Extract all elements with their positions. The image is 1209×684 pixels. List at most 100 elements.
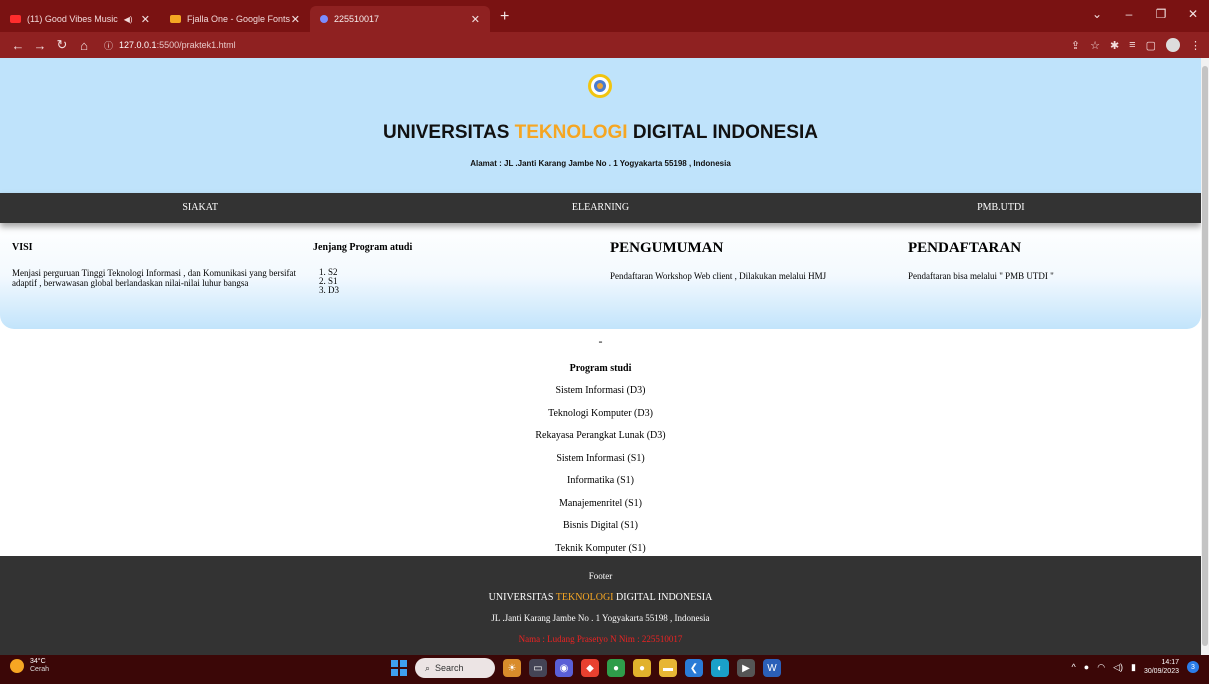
system-tray: ^ ● ◠ ◁) ▮ 14:17 30/09/2023 3	[1072, 658, 1199, 676]
scrollbar-thumb[interactable]	[1202, 66, 1208, 646]
forward-icon[interactable]: →	[30, 38, 50, 53]
title-part-3: DIGITAL INDONESIA	[627, 122, 818, 143]
clock-date: 30/09/2023	[1143, 668, 1179, 675]
pendaftaran-block: PENDAFTARAN Pendaftaran bisa melalui " P…	[908, 240, 1054, 281]
browser-tab-google-fonts[interactable]: Fjalla One - Google Fonts ✕	[160, 6, 310, 32]
pengumuman-text: Pendaftaran Workshop Web client , Dilaku…	[610, 271, 827, 281]
close-tab-icon[interactable]: ✕	[471, 13, 480, 26]
jenjang-block: Jenjang Program atudi 1. S2 2. S1 3. D3	[313, 242, 412, 295]
task-view-icon[interactable]: ▭	[529, 659, 547, 677]
pendaftaran-text: Pendaftaran bisa melalui " PMB UTDI "	[908, 271, 1054, 281]
browser-tab-bar: (11) Good Vibes Music ◀) ✕ Fjalla One - …	[0, 0, 1209, 32]
list-item: Bisnis Digital (S1)	[562, 520, 638, 531]
nav-elearning[interactable]: ELEARNING	[400, 193, 800, 223]
google-fonts-icon	[170, 15, 181, 23]
info-section: VISI Menjasi perguruan Tinggi Teknologi …	[0, 223, 1201, 329]
jenjang-title: Jenjang Program atudi	[313, 242, 413, 253]
header-address: Alamat : JL .Janti Karang Jambe No . 1 Y…	[470, 159, 731, 168]
close-window-button[interactable]: ✕	[1177, 0, 1209, 28]
nav-siakat[interactable]: SIAKAT	[0, 193, 400, 223]
meet-icon[interactable]: ◉	[555, 659, 573, 677]
app-icon[interactable]: ◆	[581, 659, 599, 677]
divider-dash: -	[598, 334, 603, 348]
file-explorer-icon[interactable]: ▬	[659, 659, 677, 677]
list-item: Sistem Informasi (S1)	[556, 452, 645, 464]
youtube-icon	[10, 15, 21, 23]
app-tray-icon[interactable]: ●	[1084, 662, 1089, 672]
tab-label: 225510017	[334, 14, 380, 24]
list-item: Teknologi Komputer (D3)	[548, 407, 653, 419]
program-studi-title: Program studi	[569, 363, 632, 374]
edge-icon[interactable]: ◐	[711, 659, 729, 677]
university-logo-icon	[588, 74, 612, 98]
windows-start-icon[interactable]	[391, 660, 407, 676]
weather-condition: Cerah	[30, 666, 50, 673]
pendaftaran-title: PENDAFTARAN	[908, 240, 1022, 256]
new-tab-button[interactable]: +	[500, 8, 509, 26]
list-item: Rekayasa Perangkat Lunak (D3)	[535, 430, 666, 441]
widgets-icon[interactable]: ☀	[503, 659, 521, 677]
jenjang-list: 1. S2 2. S1 3. D3	[313, 268, 412, 295]
list-item: Informatika (S1)	[567, 475, 634, 486]
profile-avatar[interactable]	[1166, 38, 1180, 52]
home-icon[interactable]: ⌂	[74, 38, 94, 53]
url-path: :5500/praktek1.html	[156, 40, 236, 50]
reload-icon[interactable]: ↻	[52, 37, 72, 53]
page-title: UNIVERSITAS TEKNOLOGI DIGITAL INDONESIA	[0, 122, 1201, 144]
chevron-up-icon[interactable]: ^	[1072, 662, 1076, 672]
program-studi-section: - Program studi Sistem Informasi (D3) Te…	[0, 329, 1201, 554]
notification-badge[interactable]: 3	[1187, 661, 1199, 673]
battery-icon[interactable]: ▮	[1131, 662, 1136, 673]
menu-icon[interactable]: ⋮	[1190, 39, 1201, 52]
clock[interactable]: 14:17 30/09/2023	[1144, 658, 1179, 676]
window-controls: ⌄ – ❐ ✕	[1081, 0, 1209, 28]
close-tab-icon[interactable]: ✕	[291, 13, 300, 26]
browser-tab-youtube[interactable]: (11) Good Vibes Music ◀) ✕	[0, 6, 160, 32]
reading-list-icon[interactable]: ≡	[1129, 39, 1135, 51]
page-footer: Footer UNIVERSITAS TEKNOLOGI DIGITAL IND…	[0, 556, 1201, 655]
share-icon[interactable]: ⇪	[1071, 39, 1080, 52]
close-tab-icon[interactable]: ✕	[141, 13, 150, 26]
chrome-icon[interactable]: ●	[607, 659, 625, 677]
url-field[interactable]: ⓘ 127.0.0.1 :5500/praktek1.html	[104, 39, 236, 52]
title-part-1: UNIVERSITAS	[383, 122, 515, 143]
back-icon[interactable]: ←	[8, 38, 28, 53]
audio-icon[interactable]: ◀)	[124, 15, 133, 24]
footer-credit: Nama : Ludang Prasetyo N Nim : 225510017	[518, 634, 683, 644]
taskbar-search[interactable]: ⌕ Search	[415, 658, 495, 678]
nav-pmb-utdi[interactable]: PMB.UTDI	[801, 193, 1201, 223]
minimize-button[interactable]: –	[1113, 0, 1145, 28]
sun-icon	[10, 659, 24, 673]
tab-label: (11) Good Vibes Music	[27, 14, 118, 24]
footer-label: Footer	[588, 571, 613, 581]
list-item: Sistem Informasi (D3)	[555, 385, 646, 396]
footer-university-name: UNIVERSITAS TEKNOLOGI DIGITAL INDONESIA	[0, 592, 1201, 603]
bookmark-star-icon[interactable]: ☆	[1090, 39, 1100, 52]
list-item: 3. D3	[319, 285, 339, 295]
browser-toolbar: ⇪ ☆ ✱ ≡ ▢ ⋮	[1071, 32, 1201, 58]
media-player-icon[interactable]: ▶	[737, 659, 755, 677]
chrome-profile-icon[interactable]: ●	[633, 659, 651, 677]
volume-icon[interactable]: ◁)	[1113, 662, 1123, 673]
footer-name-part-2: TEKNOLOGI	[555, 592, 614, 603]
info-icon[interactable]: ⓘ	[104, 39, 113, 52]
footer-name-part-3: DIGITAL INDONESIA	[613, 592, 713, 603]
visi-title: VISI	[12, 242, 33, 253]
clock-time: 14:17	[1161, 659, 1179, 666]
footer-name-part-1: UNIVERSITAS	[488, 592, 556, 603]
title-part-2: TEKNOLOGI	[514, 122, 628, 143]
search-icon: ⌕	[425, 662, 431, 673]
side-panel-icon[interactable]: ▢	[1146, 39, 1156, 52]
extensions-icon[interactable]: ✱	[1110, 39, 1119, 52]
page-header: UNIVERSITAS TEKNOLOGI DIGITAL INDONESIA …	[0, 58, 1201, 193]
browser-tab-active[interactable]: 225510017 ✕	[310, 6, 490, 32]
page-scrollbar[interactable]	[1201, 58, 1209, 655]
tab-search-icon[interactable]: ⌄	[1081, 0, 1113, 28]
maximize-button[interactable]: ❐	[1145, 0, 1177, 28]
vscode-icon[interactable]: ❮	[685, 659, 703, 677]
wifi-icon[interactable]: ◠	[1097, 662, 1105, 673]
word-icon[interactable]: W	[763, 659, 781, 677]
visi-text: Menjasi perguruan Tinggi Teknologi Infor…	[12, 268, 297, 288]
weather-widget[interactable]: 34°C Cerah	[10, 658, 49, 674]
tab-label: Fjalla One - Google Fonts	[187, 14, 291, 24]
